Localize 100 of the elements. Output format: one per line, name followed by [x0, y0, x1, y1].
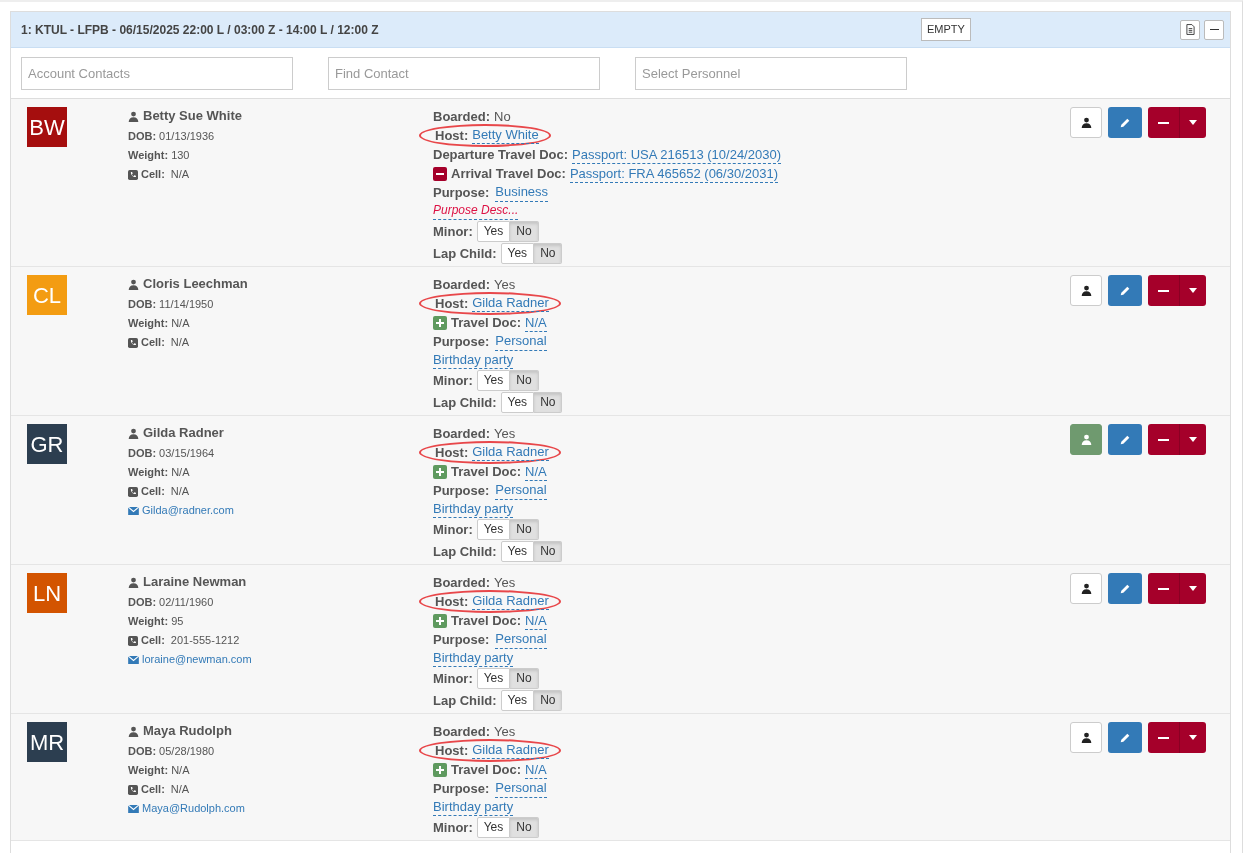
remove-split-button[interactable]: [1148, 573, 1206, 604]
field-label: Host:: [435, 295, 469, 313]
host-link[interactable]: Gilda Radner: [472, 295, 549, 312]
minus-icon: [1209, 28, 1219, 31]
profile-button[interactable]: [1070, 573, 1102, 604]
travel-doc-link[interactable]: N/A: [525, 611, 547, 630]
minus-icon: [1158, 587, 1169, 590]
field-label: Departure Travel Doc:: [433, 146, 569, 164]
toggle-option[interactable]: Yes: [500, 242, 535, 264]
field-label: DOB:: [128, 595, 157, 610]
toggle-option[interactable]: No: [534, 689, 563, 711]
travel-doc-link[interactable]: N/A: [525, 760, 547, 779]
phone-icon: [128, 486, 138, 497]
envelope-icon: [128, 804, 139, 813]
purpose-description-link[interactable]: Birthday party: [433, 351, 514, 369]
person-icon: [1080, 434, 1092, 445]
field-label: Purpose:: [433, 780, 490, 798]
document-icon: [1185, 24, 1195, 35]
dob-value: 05/28/1980: [159, 744, 215, 759]
email-link[interactable]: loraine@newman.com: [142, 650, 252, 669]
pencil-icon: [1119, 731, 1131, 744]
toggle-option[interactable]: Yes: [500, 540, 535, 562]
edit-button[interactable]: [1108, 573, 1142, 604]
toggle-option[interactable]: Yes: [476, 816, 511, 838]
purpose-description-link[interactable]: Birthday party: [433, 649, 514, 667]
email-link[interactable]: Maya@Rudolph.com: [142, 799, 245, 818]
toggle-option[interactable]: Yes: [500, 689, 535, 711]
document-button[interactable]: [1180, 19, 1200, 40]
remove-split-button[interactable]: [1148, 722, 1206, 753]
remove-split-button[interactable]: [1148, 424, 1206, 455]
add-icon[interactable]: [433, 315, 447, 330]
toggle-option[interactable]: No: [534, 391, 563, 413]
avatar: LN: [27, 573, 67, 613]
remove-icon[interactable]: [433, 166, 447, 181]
person-icon: [1080, 285, 1092, 296]
edit-button[interactable]: [1108, 722, 1142, 753]
cell-value: N/A: [170, 484, 190, 499]
search-field[interactable]: Find Contact: [328, 56, 600, 90]
toggle-option[interactable]: No: [510, 518, 539, 540]
toggle-option[interactable]: Yes: [476, 220, 511, 242]
toggle-option[interactable]: No: [510, 220, 539, 242]
add-icon[interactable]: [433, 613, 447, 628]
dob-value: 03/15/1964: [159, 446, 215, 461]
purpose-link[interactable]: Business: [495, 183, 549, 202]
search-field[interactable]: Select Personnel: [635, 56, 907, 90]
field-label: Weight:: [128, 614, 169, 629]
toggle-option[interactable]: No: [510, 369, 539, 391]
toggle-option[interactable]: Yes: [476, 667, 511, 689]
travel-doc-link[interactable]: N/A: [525, 462, 547, 481]
phone-icon: [128, 337, 138, 348]
profile-button[interactable]: [1070, 275, 1102, 306]
toggle-option[interactable]: No: [510, 816, 539, 838]
edit-button[interactable]: [1108, 424, 1142, 455]
field-label: Lap Child:: [433, 691, 497, 710]
toggle-option[interactable]: Yes: [476, 518, 511, 540]
host-link[interactable]: Betty White: [472, 127, 539, 144]
field-label: Minor:: [433, 222, 473, 241]
weight-value: N/A: [171, 763, 190, 778]
purpose-description-link[interactable]: Purpose Desc...: [433, 202, 519, 220]
field-label: Host:: [435, 593, 469, 611]
host-link[interactable]: Gilda Radner: [472, 593, 549, 610]
profile-button[interactable]: [1070, 107, 1102, 138]
purpose-link[interactable]: Personal: [495, 481, 547, 500]
field-label: Weight:: [128, 148, 169, 163]
toggle-option[interactable]: No: [534, 242, 563, 264]
field-label: DOB:: [128, 744, 157, 759]
profile-button[interactable]: [1070, 722, 1102, 753]
add-icon[interactable]: [433, 762, 447, 777]
weight-value: 130: [171, 148, 190, 163]
collapse-button[interactable]: [1204, 19, 1224, 40]
field-label: Host:: [435, 444, 469, 462]
person-icon: [1080, 117, 1092, 128]
remove-split-button[interactable]: [1148, 107, 1206, 138]
remove-split-button[interactable]: [1148, 275, 1206, 306]
travel-doc-link[interactable]: Passport: FRA 465652 (06/30/2031): [569, 164, 779, 183]
search-field[interactable]: Account Contacts: [21, 56, 293, 90]
purpose-description-link[interactable]: Birthday party: [433, 798, 514, 816]
phone-icon: [128, 635, 138, 646]
passenger-name: Betty Sue White: [143, 107, 242, 125]
toggle-option[interactable]: Yes: [476, 369, 511, 391]
dob-value: 02/11/1960: [159, 595, 214, 610]
host-link[interactable]: Gilda Radner: [472, 742, 549, 759]
travel-doc-link[interactable]: Passport: USA 216513 (10/24/2030): [572, 145, 781, 164]
travel-doc-link[interactable]: N/A: [525, 313, 547, 332]
edit-button[interactable]: [1108, 275, 1142, 306]
passenger-name: Cloris Leechman: [143, 275, 248, 293]
purpose-description-link[interactable]: Birthday party: [433, 500, 514, 518]
toggle-option[interactable]: No: [510, 667, 539, 689]
purpose-link[interactable]: Personal: [495, 332, 547, 351]
avatar: GR: [27, 424, 67, 464]
host-link[interactable]: Gilda Radner: [472, 444, 549, 461]
field-label: Minor:: [433, 669, 473, 688]
person-icon: [128, 427, 139, 439]
email-link[interactable]: Gilda@radner.com: [142, 501, 234, 520]
purpose-link[interactable]: Personal: [495, 630, 547, 649]
edit-button[interactable]: [1108, 107, 1142, 138]
toggle-option[interactable]: Yes: [500, 391, 535, 413]
toggle-option[interactable]: No: [534, 540, 563, 562]
purpose-link[interactable]: Personal: [495, 779, 547, 798]
add-icon[interactable]: [433, 464, 447, 479]
